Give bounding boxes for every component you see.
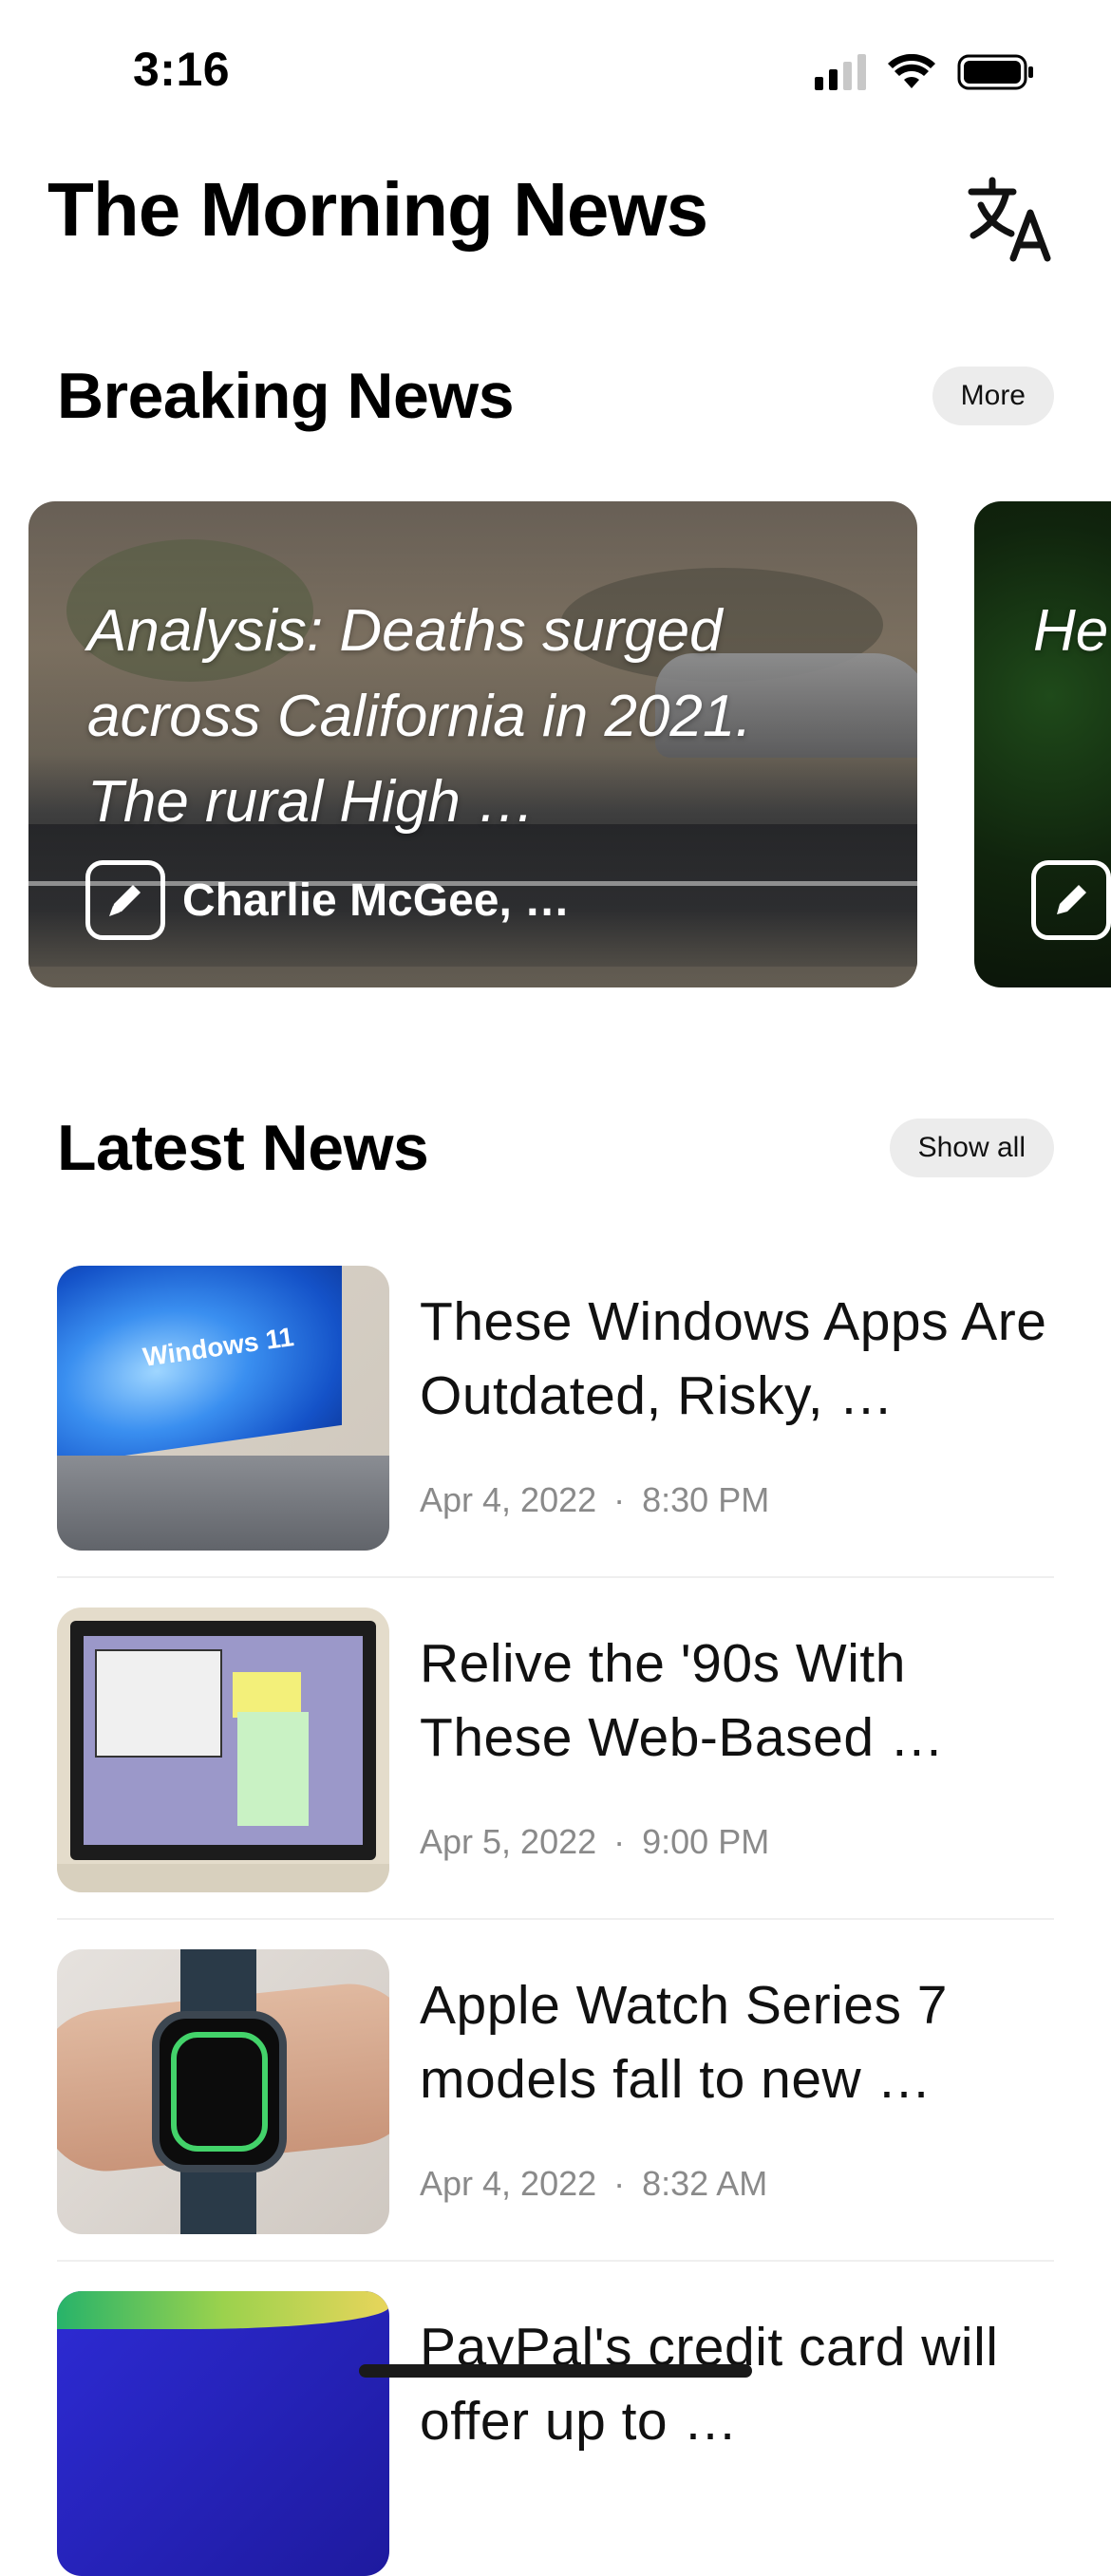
card-author: Charlie McGee, …	[85, 860, 570, 940]
card-headline: He… m… Mc…	[1033, 598, 1111, 664]
news-thumbnail	[57, 1608, 389, 1892]
divider	[57, 1918, 1054, 1920]
news-date: Apr 4, 2022	[420, 2164, 597, 2203]
translate-icon	[968, 177, 1051, 262]
news-title: These Windows Apps Are Outdated, Risky, …	[420, 1291, 1047, 1426]
breaking-card[interactable]: He… m… Mc…	[974, 501, 1111, 987]
battery-icon	[957, 54, 1033, 90]
news-date: Apr 5, 2022	[420, 1822, 597, 1861]
meta-separator: ·	[613, 2164, 626, 2203]
card-author-name: Charlie McGee, …	[182, 874, 571, 926]
more-button[interactable]: More	[932, 367, 1054, 425]
news-time: 8:32 AM	[642, 2164, 768, 2203]
news-list-item[interactable]: PayPal's credit card will offer up to …	[57, 2291, 1054, 2576]
news-time: 9:00 PM	[642, 1822, 770, 1861]
news-thumbnail	[57, 2291, 389, 2576]
news-list-item[interactable]: Relive the '90s With These Web-Based … A…	[57, 1608, 1054, 1892]
edit-icon	[1031, 860, 1111, 940]
news-date: Apr 4, 2022	[420, 1480, 597, 1519]
news-time: 8:30 PM	[642, 1480, 770, 1519]
show-all-button[interactable]: Show all	[889, 1119, 1054, 1177]
news-list-item[interactable]: Windows 11 These Windows Apps Are Outdat…	[57, 1266, 1054, 1551]
divider	[57, 2260, 1054, 2262]
meta-separator: ·	[613, 1822, 626, 1861]
news-thumbnail	[57, 1949, 389, 2234]
home-indicator[interactable]	[359, 2364, 752, 2378]
latest-news-title: Latest News	[57, 1112, 429, 1184]
breaking-card[interactable]: Analysis: Deaths surged across Californi…	[28, 501, 917, 987]
news-title: PayPal's credit card will offer up to …	[420, 2317, 999, 2452]
meta-separator: ·	[613, 1480, 626, 1519]
news-title: Relive the '90s With These Web-Based …	[420, 1633, 945, 1768]
news-thumbnail: Windows 11	[57, 1266, 389, 1551]
status-time: 3:16	[133, 43, 231, 96]
edit-icon	[85, 860, 165, 940]
card-headline: Analysis: Deaths surged across Californi…	[87, 598, 752, 835]
news-title: Apple Watch Series 7 models fall to new …	[420, 1975, 948, 2110]
translate-button[interactable]	[964, 171, 1059, 266]
divider	[57, 1576, 1054, 1578]
news-meta: Apr 4, 2022 · 8:32 AM	[420, 2164, 767, 2204]
app-title: The Morning News	[47, 167, 708, 252]
status-icons	[815, 53, 1035, 91]
status-bar: 3:16	[0, 0, 1111, 142]
card-author	[1031, 860, 1111, 940]
breaking-news-title: Breaking News	[57, 360, 515, 432]
cellular-signal-icon	[815, 54, 866, 90]
news-meta: Apr 4, 2022 · 8:30 PM	[420, 1480, 769, 1520]
wifi-icon	[888, 54, 935, 88]
news-meta: Apr 5, 2022 · 9:00 PM	[420, 1822, 769, 1862]
news-list-item[interactable]: Apple Watch Series 7 models fall to new …	[57, 1949, 1054, 2234]
